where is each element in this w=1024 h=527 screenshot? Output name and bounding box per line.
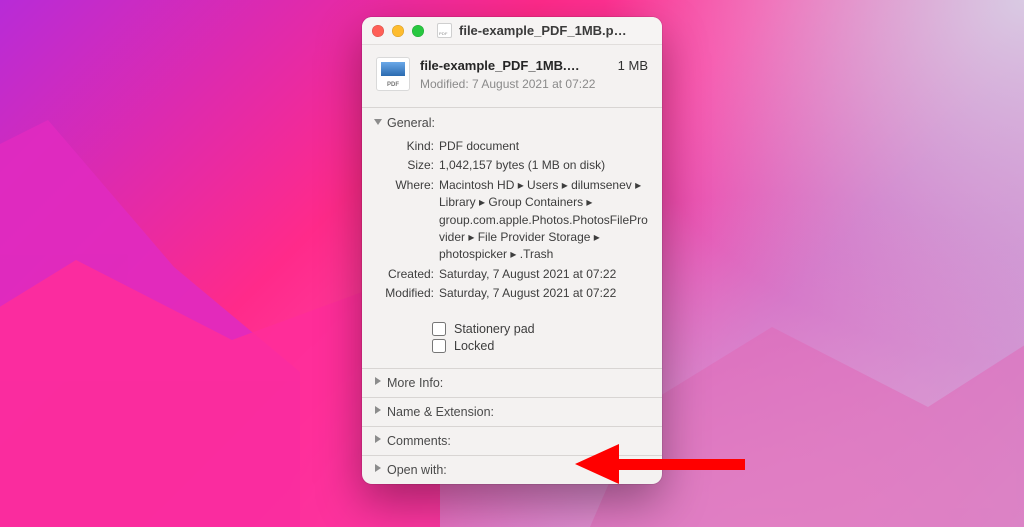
disclosure-triangle-icon (374, 407, 383, 416)
locked-row[interactable]: Locked (432, 339, 648, 353)
section-name-extension-header[interactable]: Name & Extension: (362, 397, 662, 426)
modified-key: Modified: (376, 285, 439, 302)
disclosure-triangle-icon (374, 465, 383, 474)
document-proxy-icon[interactable] (437, 23, 452, 38)
file-modified-subtitle: Modified: 7 August 2021 at 07:22 (420, 77, 602, 91)
titlebar[interactable]: file-example_PDF_1MB.p… (362, 17, 662, 45)
size-row: Size: 1,042,157 bytes (1 MB on disk) (376, 157, 648, 174)
section-comments-header[interactable]: Comments: (362, 426, 662, 455)
section-open-with-header[interactable]: Open with: (362, 455, 662, 484)
locked-label: Locked (454, 339, 494, 353)
file-size-label: 1 MB (618, 58, 648, 73)
file-name: file-example_PDF_1MB.… (420, 58, 602, 73)
modified-row: Modified: Saturday, 7 August 2021 at 07:… (376, 285, 648, 302)
section-label: Open with: (387, 463, 447, 477)
zoom-button[interactable] (412, 25, 424, 37)
general-checkboxes: Stationery pad Locked (362, 311, 662, 368)
locked-checkbox[interactable] (432, 339, 446, 353)
disclosure-triangle-icon (374, 436, 383, 445)
section-label: Name & Extension: (387, 405, 494, 419)
size-value: 1,042,157 bytes (1 MB on disk) (439, 157, 648, 174)
where-value: Macintosh HD ▸ Users ▸ dilumsenev ▸ Libr… (439, 177, 648, 264)
created-key: Created: (376, 266, 439, 283)
stationery-pad-label: Stationery pad (454, 322, 535, 336)
section-more-info-header[interactable]: More Info: (362, 368, 662, 397)
where-row: Where: Macintosh HD ▸ Users ▸ dilumsenev… (376, 177, 648, 264)
close-button[interactable] (372, 25, 384, 37)
modified-value: Saturday, 7 August 2021 at 07:22 (439, 285, 648, 302)
stationery-pad-row[interactable]: Stationery pad (432, 322, 648, 336)
header-text-block: file-example_PDF_1MB.… Modified: 7 Augus… (420, 58, 602, 91)
desktop-wallpaper: file-example_PDF_1MB.p… file-example_PDF… (0, 0, 1024, 527)
created-row: Created: Saturday, 7 August 2021 at 07:2… (376, 266, 648, 283)
where-key: Where: (376, 177, 439, 194)
section-label: General: (387, 116, 435, 130)
disclosure-triangle-icon (374, 119, 383, 128)
section-label: Comments: (387, 434, 451, 448)
kind-row: Kind: PDF document (376, 138, 648, 155)
traffic-lights (372, 25, 424, 37)
window-title: file-example_PDF_1MB.p… (459, 23, 652, 38)
get-info-window: file-example_PDF_1MB.p… file-example_PDF… (362, 17, 662, 484)
general-details: Kind: PDF document Size: 1,042,157 bytes… (362, 138, 662, 311)
kind-value: PDF document (439, 138, 648, 155)
section-general-header[interactable]: General: (362, 108, 662, 136)
stationery-pad-checkbox[interactable] (432, 322, 446, 336)
section-label: More Info: (387, 376, 443, 390)
minimize-button[interactable] (392, 25, 404, 37)
created-value: Saturday, 7 August 2021 at 07:22 (439, 266, 648, 283)
kind-key: Kind: (376, 138, 439, 155)
info-header: file-example_PDF_1MB.… Modified: 7 Augus… (362, 45, 662, 107)
disclosure-triangle-icon (374, 378, 383, 387)
size-key: Size: (376, 157, 439, 174)
file-thumbnail-icon (376, 57, 410, 91)
